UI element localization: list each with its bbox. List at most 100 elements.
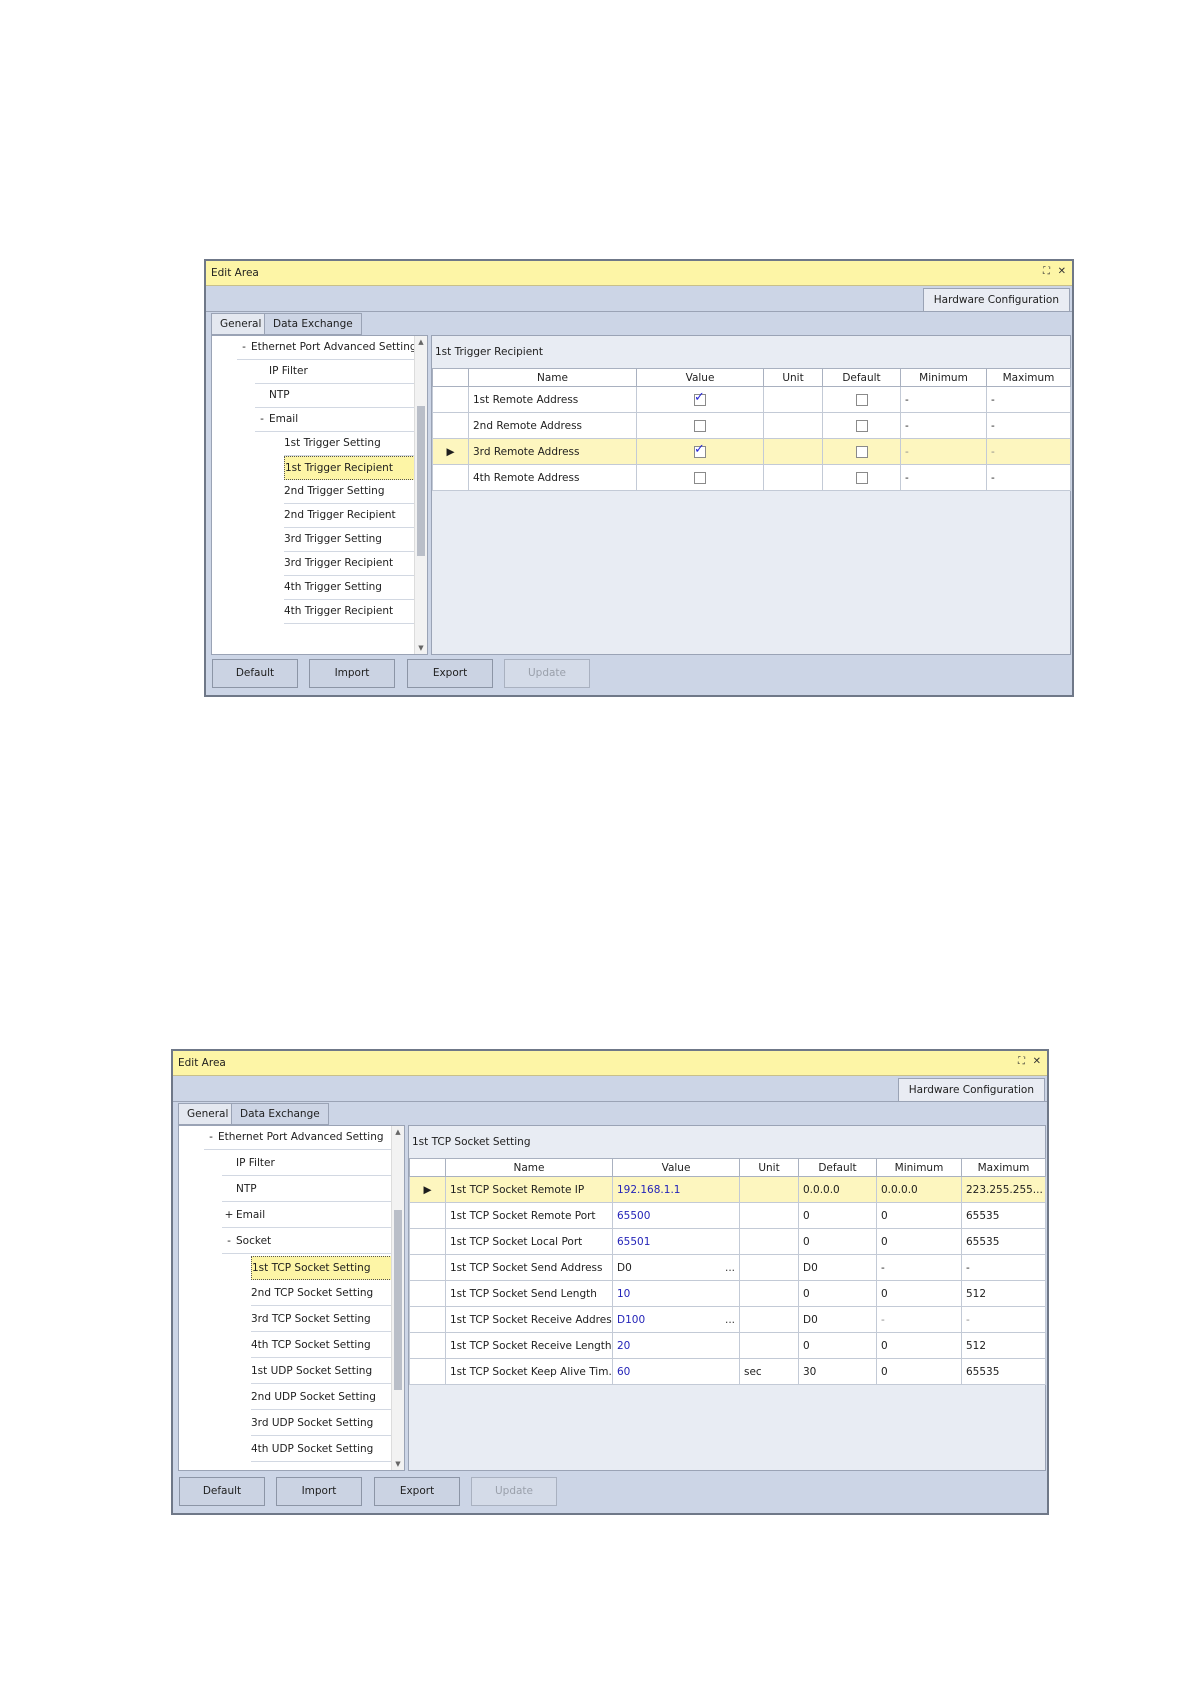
table-row[interactable]: 1st TCP Socket Local Port 65501 0 0 65535 (409, 1228, 1046, 1255)
tree-item-ethernet-port-advanced-setting[interactable]: - Ethernet Port Advanced Setting (204, 1126, 394, 1150)
tree-item-3rd-tcp-socket-setting[interactable]: 3rd TCP Socket Setting (251, 1308, 394, 1332)
scroll-thumb[interactable] (417, 406, 425, 556)
table-row[interactable]: 4th Remote Address - - (432, 464, 1071, 491)
tab-data-exchange[interactable]: Data Exchange (231, 1103, 329, 1125)
column-minimum[interactable]: Minimum (900, 368, 987, 387)
default-button[interactable]: Default (179, 1477, 265, 1506)
tree-item-4th-trigger-recipient[interactable]: 4th Trigger Recipient (284, 600, 417, 624)
ellipsis-button[interactable]: ... (725, 1262, 735, 1274)
scroll-thumb[interactable] (394, 1210, 402, 1390)
tree-item-3rd-trigger-setting[interactable]: 3rd Trigger Setting (284, 528, 417, 552)
value-checkbox[interactable] (694, 390, 706, 406)
cell-value[interactable]: 60 (612, 1358, 740, 1385)
column-maximum[interactable]: Maximum (961, 1158, 1046, 1177)
tab-data-exchange[interactable]: Data Exchange (264, 313, 362, 335)
update-button[interactable]: Update (471, 1477, 557, 1506)
cell-value-text: 192.168.1.1 (617, 1183, 681, 1196)
update-button[interactable]: Update (504, 659, 590, 688)
scroll-up-icon[interactable]: ▲ (392, 1128, 404, 1136)
table-row[interactable]: 1st TCP Socket Send Address D0... D0- - (409, 1254, 1046, 1281)
column-default[interactable]: Default (798, 1158, 877, 1177)
collapse-icon[interactable]: - (237, 336, 251, 359)
table-row[interactable]: ▶ 1st TCP Socket Remote IP 192.168.1.1 0.0.… (409, 1176, 1046, 1203)
row-indicator (409, 1254, 446, 1281)
tree-item-1st-udp-socket-setting[interactable]: 1st UDP Socket Setting (251, 1360, 394, 1384)
tab-hardware-configuration[interactable]: Hardware Configuration (897, 1078, 1045, 1101)
tree-item-ip-filter[interactable]: IP Filter (255, 360, 417, 384)
tree-item-2nd-udp-socket-setting[interactable]: 2nd UDP Socket Setting (251, 1386, 394, 1410)
tree-item-4th-tcp-socket-setting[interactable]: 4th TCP Socket Setting (251, 1334, 394, 1358)
import-button[interactable]: Import (276, 1477, 362, 1506)
scroll-down-icon[interactable]: ▼ (415, 644, 427, 652)
export-button[interactable]: Export (407, 659, 493, 688)
value-checkbox[interactable] (694, 471, 706, 484)
tree-item-1st-trigger-setting[interactable]: 1st Trigger Setting (284, 432, 417, 456)
tree-item-email[interactable]: + Email (222, 1204, 394, 1228)
cell-default: 0 (798, 1280, 877, 1307)
scroll-down-icon[interactable]: ▼ (392, 1460, 404, 1468)
tree-item-4th-udp-socket-setting[interactable]: 4th UDP Socket Setting (251, 1438, 394, 1462)
table-row[interactable]: 1st TCP Socket Receive Address D100... D0-… (409, 1306, 1046, 1333)
value-checkbox[interactable] (694, 419, 706, 432)
row-indicator (409, 1358, 446, 1385)
table-row[interactable]: 1st TCP Socket Receive Length 20 0 0 512 (409, 1332, 1046, 1359)
tree-item-4th-trigger-setting[interactable]: 4th Trigger Setting (284, 576, 417, 600)
cell-value[interactable]: D100... (612, 1306, 740, 1333)
cell-value[interactable]: 192.168.1.1 (612, 1176, 740, 1203)
column-default[interactable]: Default (822, 368, 901, 387)
close-pin-icon[interactable]: ✕ (1033, 1056, 1041, 1067)
tree-item-2nd-trigger-setting[interactable]: 2nd Trigger Setting (284, 480, 417, 504)
column-value[interactable]: Value (612, 1158, 740, 1177)
table-row[interactable]: 1st Remote Address -- (432, 386, 1071, 413)
pin-icon[interactable]: ⛶ (1043, 266, 1050, 277)
pin-icon[interactable]: ⛶ (1018, 1056, 1025, 1067)
tree-item-1st-trigger-recipient[interactable]: 1st Trigger Recipient (284, 456, 417, 480)
tree-item-2nd-tcp-socket-setting[interactable]: 2nd TCP Socket Setting (251, 1282, 394, 1306)
tree-item-3rd-trigger-recipient[interactable]: 3rd Trigger Recipient (284, 552, 417, 576)
column-value[interactable]: Value (636, 368, 764, 387)
tab-general[interactable]: General (211, 313, 271, 335)
tree-item-socket[interactable]: - Socket (222, 1230, 394, 1254)
cell-value[interactable]: 65501 (612, 1228, 740, 1255)
column-name[interactable]: Name (468, 368, 637, 387)
default-button[interactable]: Default (212, 659, 298, 688)
default-checkbox (855, 419, 868, 432)
expand-icon[interactable]: + (222, 1204, 236, 1227)
collapse-icon[interactable]: - (222, 1230, 236, 1253)
tree-item-2nd-trigger-recipient[interactable]: 2nd Trigger Recipient (284, 504, 417, 528)
column-maximum[interactable]: Maximum (986, 368, 1071, 387)
ellipsis-button[interactable]: ... (725, 1314, 735, 1326)
tab-hardware-configuration[interactable]: Hardware Configuration (922, 288, 1070, 311)
tree-item-ntp[interactable]: NTP (222, 1178, 394, 1202)
column-name[interactable]: Name (445, 1158, 613, 1177)
cell-value[interactable]: 20 (612, 1332, 740, 1359)
table-row[interactable]: 1st TCP Socket Send Length 10 0 0 512 (409, 1280, 1046, 1307)
import-button[interactable]: Import (309, 659, 395, 688)
cell-value[interactable]: 65500 (612, 1202, 740, 1229)
close-pin-icon[interactable]: ✕ (1058, 266, 1066, 277)
column-unit[interactable]: Unit (739, 1158, 799, 1177)
tree-scrollbar[interactable]: ▲ ▼ (414, 336, 427, 654)
collapse-icon[interactable]: - (204, 1126, 218, 1149)
export-button[interactable]: Export (374, 1477, 460, 1506)
tab-general[interactable]: General (178, 1103, 238, 1125)
tree-item-ip-filter[interactable]: IP Filter (222, 1152, 394, 1176)
cell-default: 0 (798, 1228, 877, 1255)
scroll-up-icon[interactable]: ▲ (415, 338, 427, 346)
value-checkbox[interactable] (694, 442, 706, 458)
collapse-icon[interactable]: - (255, 408, 269, 431)
tree-scrollbar[interactable]: ▲ ▼ (391, 1126, 404, 1470)
table-row[interactable]: ▶3rd Remote Address -- (432, 438, 1071, 465)
tree-item-1st-tcp-socket-setting[interactable]: 1st TCP Socket Setting (251, 1256, 394, 1280)
column-minimum[interactable]: Minimum (876, 1158, 962, 1177)
cell-value[interactable]: D0... (612, 1254, 740, 1281)
table-row[interactable]: 2nd Remote Address - - (432, 412, 1071, 439)
tree-item-ntp[interactable]: NTP (255, 384, 417, 408)
tree-item-3rd-udp-socket-setting[interactable]: 3rd UDP Socket Setting (251, 1412, 394, 1436)
cell-value[interactable]: 10 (612, 1280, 740, 1307)
tree-item-email[interactable]: - Email (255, 408, 417, 432)
table-row[interactable]: 1st TCP Socket Remote Port 65500 0 0 65535 (409, 1202, 1046, 1229)
column-unit[interactable]: Unit (763, 368, 823, 387)
table-row[interactable]: 1st TCP Socket Keep Alive Tim... 60 sec 30 0… (409, 1358, 1046, 1385)
tree-item-ethernet-port-advanced-setting[interactable]: - Ethernet Port Advanced Setting (237, 336, 417, 360)
